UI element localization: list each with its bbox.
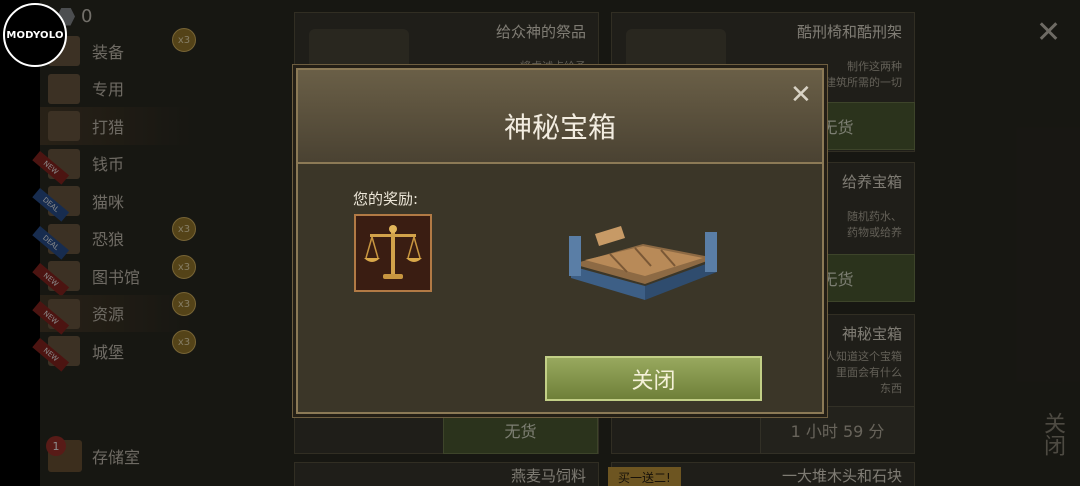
sidebar-item-hunting[interactable]: 打猎 [40,107,190,145]
close-icon[interactable]: ✕ [1036,18,1061,48]
shop-close-label[interactable]: 关闭 [1036,412,1068,456]
watermark-logo: MODYOLO [3,3,67,67]
sidebar-item-exclusive[interactable]: 专用 [40,70,190,108]
sidebar-item-label: 城堡 [92,342,125,362]
sidebar-item-cats[interactable]: DEAL 猫咪 [32,182,190,222]
count-badge: x3 [172,217,196,241]
dialog-close-icon[interactable]: ✕ [790,82,812,108]
sidebar-item-label: 打猎 [92,117,125,137]
card-title: 神秘宝箱 [841,325,902,343]
card-title: 给养宝箱 [841,173,902,191]
sidebar-item-resources[interactable]: NEW 资源 [32,294,190,335]
card-desc: 制作这两种 建筑所需的一切 [825,60,902,89]
sidebar-item-castle[interactable]: NEW 城堡 [32,332,190,372]
currency-amount: 0 [81,6,93,27]
chest-frame-icon [565,214,721,306]
close-button[interactable]: 关闭 [545,356,762,401]
storage-button[interactable]: 1 存储室 [46,436,141,472]
sidebar-item-label: 猫咪 [92,192,125,212]
sidebar-item-coins[interactable]: NEW 钱币 [32,145,190,185]
card-title: 一大堆木头和石块 [781,467,902,485]
reward-slot [354,214,432,292]
count-badge: x3 [172,255,196,279]
count-badge: x3 [172,28,196,52]
sidebar-item-label: 钱币 [92,155,125,175]
storage-count: 1 [46,436,66,456]
card-title: 给众神的祭品 [495,23,586,41]
count-badge: x3 [172,292,196,316]
hunting-icon [48,111,80,141]
card-desc: 人知道这个宝箱 里面会有什么 东西 [825,350,902,395]
sidebar-item-label: 恐狼 [92,230,125,250]
promo-ribbon: 买一送二! [608,467,681,486]
sidebar-item-label: 装备 [92,42,125,62]
count-badge: x3 [172,330,196,354]
sidebar-item-label: 专用 [92,80,125,100]
sidebar-item-direwolf[interactable]: DEAL 恐狼 [32,220,190,260]
card-desc: 随机药水、 药物或给养 [847,210,902,239]
exclusive-icon [48,73,80,104]
sidebar-item-library[interactable]: NEW 图书馆 [32,257,190,297]
shop-card-oat-feed[interactable]: 燕麦马饲料 [294,462,599,486]
card-title: 酷刑椅和酷刑架 [796,23,902,41]
sidebar-item-label: 资源 [92,305,125,325]
card-title: 燕麦马饲料 [510,467,586,485]
game-screen: MODYOLO 0 装备 专用 打猎 NEW 钱币 DEAL 猫咪 DEAL 恐… [0,0,1080,486]
scales-icon [364,225,422,279]
left-letterbox [0,0,40,486]
storage-label: 存储室 [92,448,141,467]
sidebar-item-label: 图书馆 [92,267,141,287]
sidebar: 装备 专用 打猎 NEW 钱币 DEAL 猫咪 DEAL 恐狼 NEW 图书馆 … [32,32,190,372]
reward-label: 您的奖励: [353,190,419,208]
watermark-label: MODYOLO [6,29,64,41]
dialog-title: 神秘宝箱 [503,111,616,144]
storage-chest-icon: 1 [46,436,82,472]
